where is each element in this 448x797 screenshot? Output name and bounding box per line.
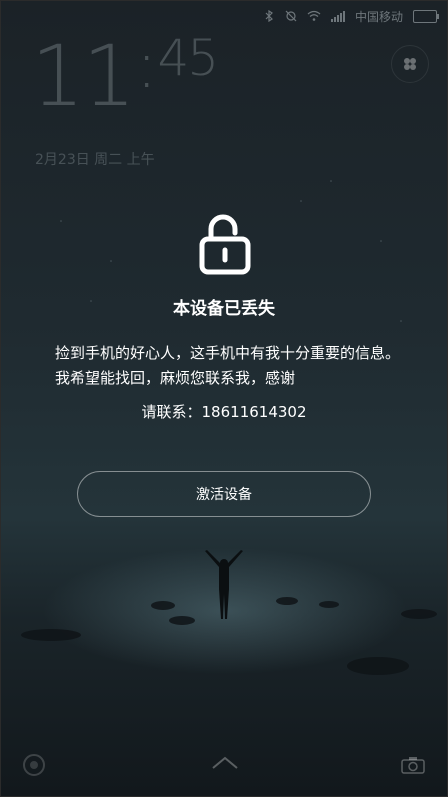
lock-screen: 中国移动 11:45 2月23日 周二 上午 本设备已丢失 捡到手机的好心人，这…: [0, 0, 448, 797]
circle-icon[interactable]: [23, 754, 45, 776]
rock: [169, 616, 195, 625]
unlocked-padlock-icon: [199, 214, 251, 275]
clock-hours: 11: [31, 27, 136, 125]
bluetooth-icon: [265, 10, 273, 22]
clock-minutes: 45: [157, 29, 219, 87]
rock: [401, 609, 437, 619]
wifi-icon: [307, 10, 321, 21]
contact-line: 请联系：18611614302: [1, 401, 447, 422]
clock-colon: :: [135, 29, 158, 103]
clover-icon: [404, 58, 416, 70]
camera-icon[interactable]: [401, 756, 425, 774]
person-silhouette: [205, 550, 243, 619]
battery-icon: [413, 9, 439, 23]
rock: [21, 629, 81, 641]
lost-message: 捡到手机的好心人，这手机中有我十分重要的信息。我希望能找回，麻烦您联系我，感谢: [55, 344, 401, 387]
date-label: 2月23日 周二 上午: [35, 152, 155, 168]
contact-number: 18611614302: [201, 403, 307, 421]
contact-label: 请联系：: [141, 403, 202, 421]
activate-device-button[interactable]: 激活设备: [77, 471, 371, 517]
carrier-name: 中国移动: [354, 9, 403, 24]
rock: [319, 601, 339, 608]
lost-title: 本设备已丢失: [173, 299, 275, 319]
signal-icon: [330, 10, 345, 22]
rock: [347, 657, 409, 675]
rock: [276, 597, 298, 605]
clover-button[interactable]: [391, 45, 429, 83]
alarm-off-icon: [285, 10, 297, 22]
rock: [151, 601, 175, 610]
clock: 11:45: [31, 33, 219, 118]
activate-device-label: 激活设备: [196, 487, 252, 503]
bottom-bar: [1, 736, 447, 796]
chevron-up-icon[interactable]: [211, 756, 239, 770]
